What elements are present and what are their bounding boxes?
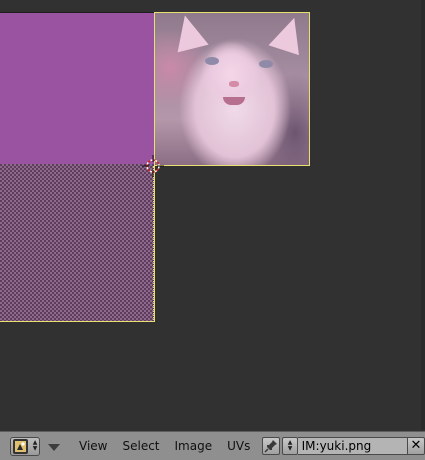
kitten-ear-right [268, 13, 309, 56]
image-browse-button[interactable]: ▲ ▼ [282, 437, 298, 455]
pin-button[interactable] [262, 437, 281, 455]
uv-face-checker[interactable] [0, 164, 155, 322]
uv-edge-vertical [153, 166, 154, 322]
pin-icon [264, 440, 278, 453]
editor-header: ▲ ▼ View Select Image UVs ▲ ▼ IM:yuki.png… [0, 431, 425, 460]
menu-select[interactable]: Select [122, 439, 159, 453]
uv-image-editor-icon [13, 438, 28, 454]
close-icon: ✕ [410, 438, 422, 453]
updown-arrows-icon: ▲ ▼ [32, 439, 38, 452]
kitten-eye-right [259, 60, 273, 68]
editor-type-button[interactable]: ▲ ▼ [10, 436, 40, 456]
uv-face-image[interactable] [154, 12, 310, 166]
uv-edge-horizontal [155, 165, 310, 166]
image-name-field[interactable]: IM:yuki.png [297, 437, 408, 455]
uv-image-editor: ▲ ▼ View Select Image UVs ▲ ▼ IM:yuki.png… [0, 0, 425, 460]
kitten-mouth [223, 97, 245, 105]
image-browse-down-icon: ▼ [287, 445, 293, 452]
image-viewport[interactable] [0, 0, 425, 430]
menu-uvs[interactable]: UVs [227, 439, 250, 453]
kitten-ear-left [169, 13, 209, 53]
2d-cursor-icon[interactable] [142, 155, 164, 177]
menu-view[interactable]: View [79, 439, 107, 453]
menu-image[interactable]: Image [175, 439, 213, 453]
collapse-menus-icon[interactable] [48, 443, 60, 451]
kitten-eye-left [205, 57, 219, 65]
kitten-nose [229, 81, 239, 87]
viewport-edge [421, 0, 425, 430]
close-image-button[interactable]: ✕ [407, 437, 425, 455]
uv-face-solid[interactable] [0, 12, 155, 164]
